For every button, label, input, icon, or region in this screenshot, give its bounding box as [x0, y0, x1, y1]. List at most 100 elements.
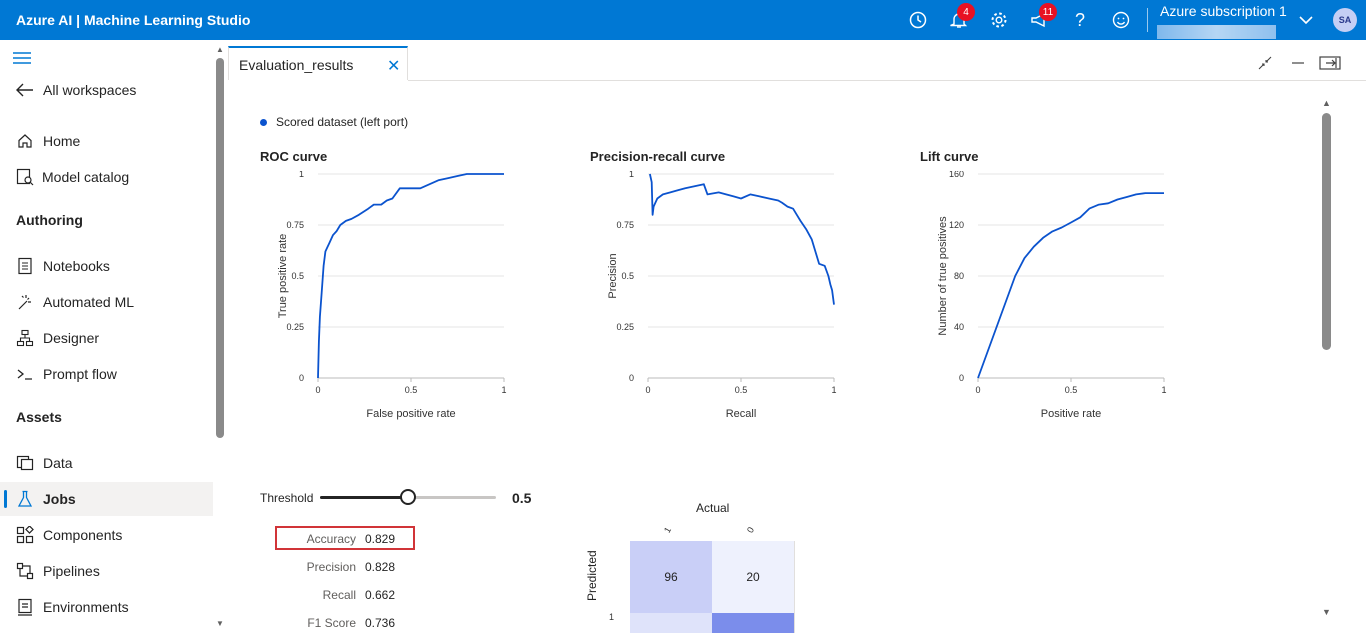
environments-icon	[15, 597, 35, 617]
sidebar-item-label: Prompt flow	[43, 366, 117, 382]
all-workspaces-link[interactable]: All workspaces	[0, 73, 213, 107]
sidebar-item-label: Home	[43, 133, 81, 149]
cm-border	[794, 541, 795, 633]
chevron-down-icon[interactable]	[1295, 9, 1317, 31]
sidebar-item-components[interactable]: Components	[0, 518, 213, 552]
clock-icon[interactable]	[907, 9, 929, 31]
cm-cell-tp: 96	[630, 541, 712, 613]
threshold-value: 0.5	[512, 490, 532, 506]
x-tick-label: 1	[831, 385, 836, 395]
sidebar-scroll-up-icon[interactable]: ▲	[216, 45, 224, 54]
roc-chart-title: ROC curve	[260, 149, 328, 164]
sidebar: All workspaces Home Model catalog Author…	[0, 40, 214, 633]
sidebar-item-notebooks[interactable]: Notebooks	[0, 249, 213, 283]
y-tick-label: 0.25	[286, 322, 304, 332]
sidebar-item-data[interactable]: Data	[0, 446, 213, 480]
sidebar-scrollbar[interactable]	[216, 58, 224, 438]
cm-col-header: 1	[661, 525, 674, 535]
close-tab-icon[interactable]: ✕	[387, 56, 400, 76]
y-tick-label: 160	[949, 171, 964, 179]
pipelines-icon	[15, 561, 35, 581]
y-tick-label: 120	[949, 220, 964, 230]
cm-cell-tn	[712, 613, 794, 633]
y-tick-label: 0	[959, 373, 964, 383]
hamburger-menu-icon[interactable]	[13, 51, 31, 69]
tab-evaluation-results[interactable]: Evaluation_results ✕	[228, 46, 408, 80]
sidebar-item-home[interactable]: Home	[0, 124, 213, 158]
roc-chart: 0 0.25 0.5 0.75 1 0 0.5 1 False positive rate Tru…	[277, 171, 507, 420]
threshold-slider-thumb[interactable]	[400, 489, 416, 505]
y-tick-label: 0.25	[616, 322, 634, 332]
y-tick-label: 80	[954, 271, 964, 281]
metric-value: 0.829	[365, 532, 396, 546]
automl-icon	[15, 292, 35, 312]
sidebar-item-label: Notebooks	[43, 258, 110, 274]
sidebar-item-label: Data	[43, 455, 73, 471]
pr-chart: 0 0.25 0.5 0.75 1 0 0.5 1 Recall Precision	[607, 171, 837, 420]
minimize-icon[interactable]	[1291, 56, 1305, 75]
notebook-icon	[15, 256, 35, 276]
help-icon[interactable]: ?	[1069, 9, 1091, 31]
y-axis-label: Precision	[607, 253, 619, 298]
series-line	[649, 173, 835, 305]
all-workspaces-label: All workspaces	[43, 82, 137, 98]
threshold-slider-fill	[320, 496, 408, 499]
y-axis-label: Number of true positives	[937, 216, 949, 336]
sidebar-item-label: Designer	[43, 330, 100, 346]
y-tick-label: 0.5	[621, 271, 634, 281]
sidebar-item-environments[interactable]: Environments	[0, 590, 213, 624]
sidebar-item-model-catalog[interactable]: Model catalog	[0, 160, 213, 194]
legend-label: Scored dataset (left port)	[276, 115, 409, 129]
y-tick-label: 0	[299, 373, 304, 383]
sidebar-item-prompt-flow[interactable]: Prompt flow	[0, 357, 213, 391]
main-scroll-down-icon[interactable]: ▼	[1322, 607, 1331, 617]
sidebar-item-label: Environments	[43, 599, 129, 615]
jobs-flask-icon	[15, 489, 35, 509]
subscription-name[interactable]: Azure subscription 1	[1160, 3, 1287, 19]
main-scrollbar[interactable]	[1322, 113, 1331, 350]
x-tick-label: 0.5	[735, 385, 748, 395]
app-title[interactable]: Azure AI | Machine Learning Studio	[16, 12, 250, 28]
back-arrow-icon	[15, 80, 35, 100]
dock-panel-icon[interactable]	[1319, 56, 1341, 75]
lift-chart: 0 40 80 120 160 0 0.5 1 Positive rate Number of t…	[937, 171, 1167, 420]
y-tick-label: 1	[629, 171, 634, 179]
sidebar-item-automated-ml[interactable]: Automated ML	[0, 285, 213, 319]
collapse-icon[interactable]	[1258, 56, 1272, 75]
home-icon	[15, 131, 35, 151]
x-tick-label: 0	[975, 385, 980, 395]
user-avatar[interactable]: SA	[1333, 8, 1357, 32]
main-scroll-up-icon[interactable]: ▲	[1322, 98, 1331, 108]
sidebar-item-label: Pipelines	[43, 563, 100, 579]
smiley-feedback-icon[interactable]	[1110, 9, 1132, 31]
y-tick-label: 0.75	[286, 220, 304, 230]
lift-chart-title: Lift curve	[920, 149, 979, 164]
cm-col-header: 0	[744, 525, 757, 535]
components-icon	[15, 525, 35, 545]
x-tick-label: 0.5	[1065, 385, 1078, 395]
metric-value: 0.736	[365, 616, 396, 630]
sidebar-item-jobs[interactable]: Jobs	[0, 482, 213, 516]
x-tick-label: 0	[315, 385, 320, 395]
workspace-name-redacted	[1157, 25, 1276, 39]
sidebar-item-pipelines[interactable]: Pipelines	[0, 554, 213, 588]
sidebar-item-label: Jobs	[43, 491, 76, 507]
y-tick-label: 0.75	[616, 220, 634, 230]
y-tick-label: 0	[629, 373, 634, 383]
settings-gear-icon[interactable]	[988, 9, 1010, 31]
notifications-bell-icon[interactable]: 4	[948, 3, 975, 31]
section-header-authoring: Authoring	[16, 212, 83, 228]
tab-label: Evaluation_results	[239, 57, 354, 73]
x-tick-label: 0.5	[405, 385, 418, 395]
x-axis-label: Recall	[726, 408, 757, 420]
cm-row-header: 1	[609, 612, 615, 622]
sidebar-scroll-down-icon[interactable]: ▼	[216, 619, 224, 628]
metric-name: Accuracy	[306, 532, 356, 546]
designer-icon	[15, 328, 35, 348]
x-tick-label: 0	[645, 385, 650, 395]
x-tick-label: 1	[501, 385, 506, 395]
feedback-megaphone-icon[interactable]: 11	[1028, 3, 1057, 31]
series-line	[977, 192, 1164, 379]
pr-chart-title: Precision-recall curve	[590, 149, 726, 164]
sidebar-item-designer[interactable]: Designer	[0, 321, 213, 355]
